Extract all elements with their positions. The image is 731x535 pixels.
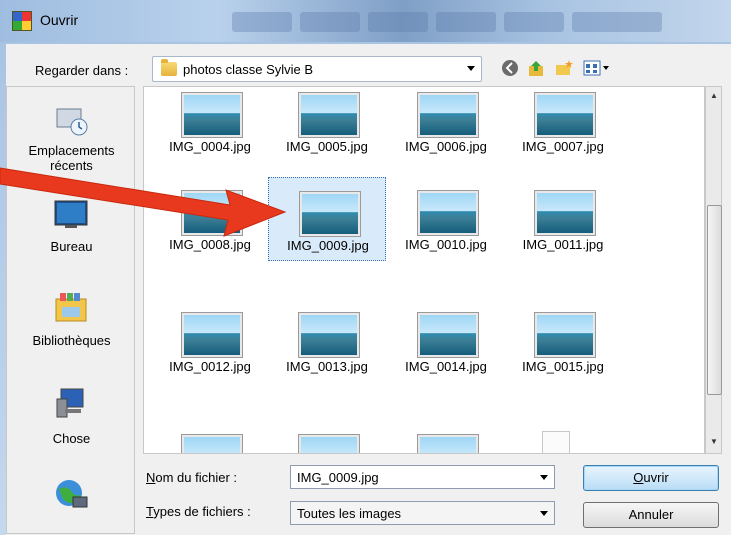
lookin-label: Regarder dans :	[35, 63, 129, 78]
file-item[interactable]: IMG_0012.jpg	[151, 299, 269, 383]
place-libraries[interactable]: Bibliothèques	[7, 287, 136, 357]
place-network[interactable]	[7, 475, 136, 531]
view-menu-icon[interactable]	[582, 58, 612, 78]
image-thumbnail-icon	[418, 191, 478, 235]
file-name: IMG_0013.jpg	[286, 359, 368, 374]
file-item[interactable]: IMG_0007.jpg	[504, 87, 622, 163]
image-thumbnail-icon	[535, 191, 595, 235]
new-folder-icon[interactable]	[554, 58, 574, 78]
cancel-button[interactable]: Annuler	[583, 502, 719, 528]
vertical-scrollbar[interactable]: ▲ ▼	[705, 86, 722, 454]
image-thumbnail-icon	[182, 93, 242, 137]
open-dialog: Ouvrir Regarder dans : photos classe Syl…	[0, 0, 731, 535]
file-item-partial[interactable]	[387, 421, 505, 453]
image-thumbnail-icon	[300, 192, 360, 236]
background-menu-blur	[504, 12, 564, 32]
file-name: IMG_0012.jpg	[169, 359, 251, 374]
place-label: Bibliothèques	[32, 333, 111, 348]
file-item[interactable]: IMG_0011.jpg	[504, 177, 622, 261]
file-item[interactable]: IMG_0010.jpg	[387, 177, 505, 261]
file-item-partial[interactable]	[268, 421, 386, 453]
scrollbar-thumb[interactable]	[707, 205, 722, 395]
image-thumbnail-icon	[182, 435, 242, 453]
background-menu-blur	[368, 12, 428, 32]
file-name: IMG_0010.jpg	[405, 237, 487, 252]
place-computer[interactable]: Chose	[7, 385, 136, 455]
up-folder-icon[interactable]	[526, 58, 546, 78]
file-item[interactable]: IMG_0014.jpg	[387, 299, 505, 383]
libraries-icon	[55, 293, 87, 322]
place-label: Emplacements récents	[28, 143, 115, 173]
chevron-down-icon	[467, 66, 475, 71]
file-item[interactable]: IMG_0013.jpg	[268, 299, 386, 383]
lookin-value: photos classe Sylvie B	[183, 62, 314, 77]
place-label: Chose	[52, 431, 91, 446]
image-thumbnail-icon	[418, 435, 478, 453]
open-label-rest: uvrir	[643, 470, 669, 485]
file-list[interactable]: IMG_0004.jpg IMG_0005.jpg IMG_0006.jpg IMG_…	[143, 86, 705, 454]
image-thumbnail-icon	[182, 313, 242, 357]
folder-icon	[161, 59, 177, 76]
file-item[interactable]: IMG_0004.jpg	[151, 87, 269, 163]
title-bar[interactable]: Ouvrir	[0, 0, 731, 42]
image-thumbnail-icon	[299, 93, 359, 137]
filetype-select[interactable]: Toutes les images	[290, 501, 555, 525]
document-icon[interactable]	[542, 431, 570, 453]
filetype-label-rest: ypes de fichiers :	[153, 504, 251, 519]
file-name: IMG_0009.jpg	[287, 238, 369, 253]
chevron-down-icon	[540, 511, 548, 516]
file-name: IMG_0015.jpg	[522, 359, 604, 374]
file-name: IMG_0014.jpg	[405, 359, 487, 374]
place-label: Bureau	[50, 239, 93, 254]
network-icon	[56, 480, 88, 508]
filename-field[interactable]: IMG_0009.jpg	[290, 465, 555, 489]
filetype-value: Toutes les images	[297, 506, 402, 521]
background-menu-blur	[436, 12, 496, 32]
open-button[interactable]: Ouvrir	[583, 465, 719, 491]
desktop-icon	[54, 200, 88, 228]
background-menu-blur	[572, 12, 662, 32]
file-item[interactable]: IMG_0005.jpg	[268, 87, 386, 163]
image-thumbnail-icon	[299, 313, 359, 357]
scroll-up-icon[interactable]: ▲	[710, 91, 718, 100]
lookin-dropdown[interactable]: photos classe Sylvie B	[152, 56, 482, 82]
image-thumbnail-icon	[182, 191, 242, 235]
file-name: IMG_0008.jpg	[169, 237, 251, 252]
image-thumbnail-icon	[535, 93, 595, 137]
filename-label: Nom du fichier :	[146, 470, 238, 485]
file-item[interactable]: IMG_0008.jpg	[151, 177, 269, 261]
file-item[interactable]: IMG_0015.jpg	[504, 299, 622, 383]
file-item[interactable]: IMG_0006.jpg	[387, 87, 505, 163]
back-icon[interactable]	[500, 58, 520, 78]
place-desktop[interactable]: Bureau	[7, 197, 136, 267]
filename-value: IMG_0009.jpg	[297, 470, 379, 485]
background-menu-blur	[232, 12, 292, 32]
recent-places-icon	[56, 108, 88, 136]
file-name: IMG_0011.jpg	[522, 237, 604, 252]
file-name: IMG_0005.jpg	[286, 139, 368, 154]
image-thumbnail-icon	[418, 313, 478, 357]
file-item[interactable]: IMG_0009.jpg	[268, 177, 386, 261]
image-thumbnail-icon	[535, 313, 595, 357]
file-item-partial[interactable]	[151, 421, 269, 453]
scroll-down-icon[interactable]: ▼	[710, 437, 718, 446]
file-name: IMG_0007.jpg	[522, 139, 604, 154]
computer-icon	[56, 388, 84, 418]
filename-label-rest: om du fichier :	[155, 470, 238, 485]
app-icon	[12, 11, 32, 31]
filetype-label: Types de fichiers :	[146, 504, 251, 519]
window-title: Ouvrir	[40, 12, 79, 28]
place-recent[interactable]: Emplacements récents	[7, 97, 136, 187]
image-thumbnail-icon	[418, 93, 478, 137]
image-thumbnail-icon	[299, 435, 359, 453]
file-name: IMG_0006.jpg	[405, 139, 487, 154]
file-name: IMG_0004.jpg	[169, 139, 251, 154]
background-menu-blur	[300, 12, 360, 32]
places-bar: Emplacements récents Bureau Bibliothèque…	[6, 86, 135, 534]
chevron-down-icon[interactable]	[540, 475, 548, 480]
